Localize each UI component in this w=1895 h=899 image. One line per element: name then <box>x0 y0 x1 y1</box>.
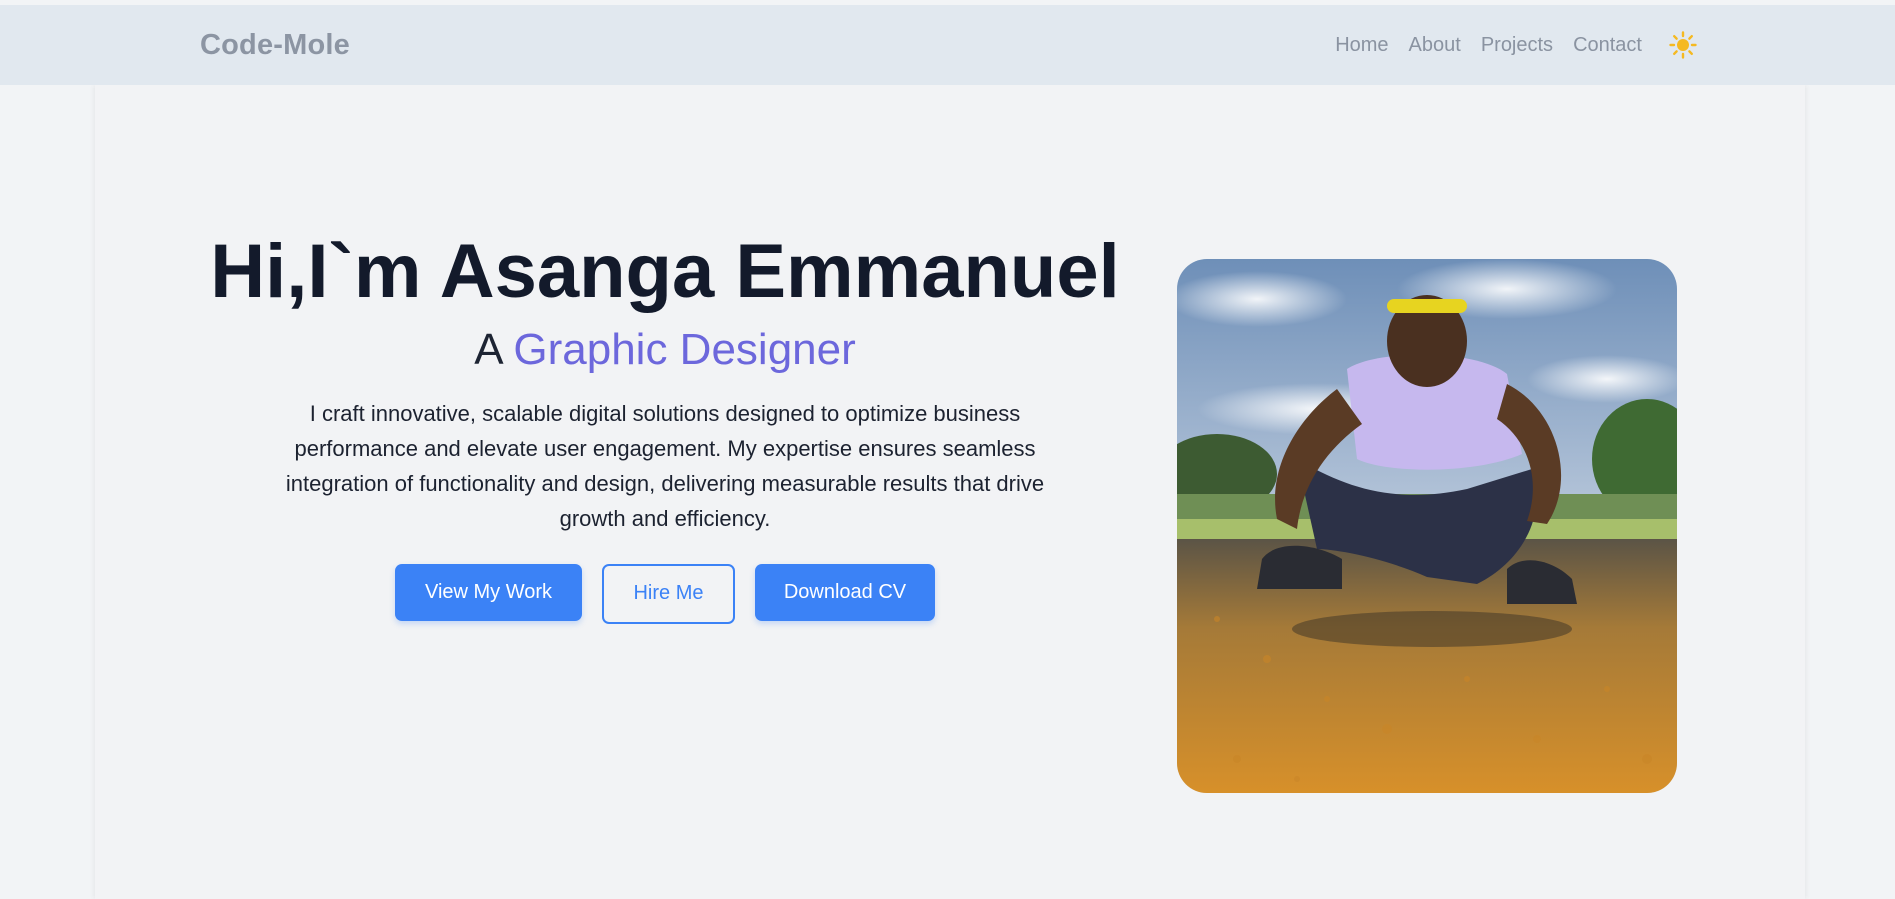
hire-me-button[interactable]: Hire Me <box>602 563 735 624</box>
hero-subtitle: A Graphic Designer <box>155 324 1175 374</box>
hero-title: Hi,I`m Asanga Emmanuel <box>210 229 1120 314</box>
hero-actions: View My Work Hire Me Download CV <box>155 563 1175 624</box>
nav-link-about[interactable]: About <box>1409 34 1461 57</box>
subtitle-role: Graphic Designer <box>513 324 856 374</box>
sun-icon <box>1669 31 1697 59</box>
theme-toggle-button[interactable] <box>1668 30 1698 60</box>
nav-link-home[interactable]: Home <box>1335 34 1388 57</box>
nav-link-projects[interactable]: Projects <box>1481 34 1553 57</box>
hero-intro: Hi,I`m Asanga Emmanuel A Graphic Designe… <box>155 230 1175 624</box>
top-navbar: Code-Mole Home About Projects Contact <box>0 5 1895 85</box>
nav-link-contact[interactable]: Contact <box>1573 34 1642 57</box>
hero-description: I craft innovative, scalable digital sol… <box>285 400 1045 531</box>
profile-photo <box>1177 259 1677 793</box>
profile-photo-illustration <box>1177 259 1677 793</box>
view-my-work-button[interactable]: View My Work <box>395 563 582 621</box>
nav-links: Home About Projects Contact <box>1315 30 1698 60</box>
subtitle-prefix: A <box>474 324 502 374</box>
brand-logo[interactable]: Code-Mole <box>200 29 350 62</box>
download-cv-button[interactable]: Download CV <box>755 563 935 621</box>
